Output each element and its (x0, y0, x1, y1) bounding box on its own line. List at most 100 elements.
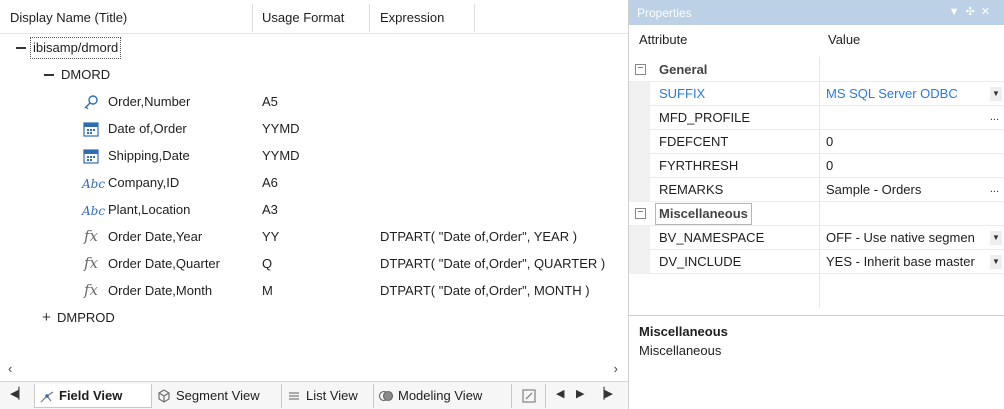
property-row-remarks[interactable]: REMARKS Sample - Orders ... (629, 178, 1004, 202)
expand-icon[interactable]: + (42, 304, 51, 331)
value-column-header[interactable]: Value (828, 32, 860, 47)
field-view-icon (40, 391, 54, 403)
category-general[interactable]: − General (629, 58, 1004, 82)
field-name: Order,Number (108, 94, 191, 109)
description-text: Miscellaneous (639, 343, 722, 358)
property-value[interactable]: 0 (826, 154, 833, 177)
list-view-icon (289, 392, 299, 400)
dropdown-arrow-icon[interactable]: ▼ (990, 231, 1002, 245)
field-name: Order Date,Month (108, 283, 213, 298)
property-row-bv-namespace[interactable]: BV_NAMESPACE OFF - Use native segmen ▼ (629, 226, 1004, 250)
collapse-icon[interactable]: − (635, 64, 646, 75)
property-row-fyrthresh[interactable]: FYRTHRESH 0 (629, 154, 1004, 178)
row-gutter (629, 154, 650, 178)
field-format: A3 (262, 202, 278, 217)
field-row[interactable]: fx Order Date,Month M DTPART( "Date of,O… (0, 277, 628, 304)
tab-list-view[interactable]: List View (282, 384, 374, 408)
calendar-icon (83, 149, 99, 164)
prev-tab-icon[interactable]: ◀ (556, 387, 564, 400)
field-format: M (262, 283, 273, 298)
view-tab-bar: ◀▏ Field View Segment View List View Mod… (0, 381, 628, 409)
tree-row-segment[interactable]: + DMPROD (0, 304, 628, 331)
field-row[interactable]: Abc Company,ID A6 (0, 169, 628, 196)
attribute-column-header[interactable]: Attribute (639, 32, 687, 47)
key-icon (84, 95, 98, 110)
properties-title-bar: Properties ▼✣✕ (629, 0, 1004, 25)
edit-icon (522, 389, 536, 403)
tab-modeling-view[interactable]: Modeling View (374, 384, 512, 408)
close-icon[interactable]: ✕ (981, 6, 996, 18)
tree-row-segment[interactable]: DMORD (0, 61, 628, 88)
tab-label: Modeling View (398, 388, 483, 403)
tab-field-view[interactable]: Field View (34, 384, 152, 408)
field-name: Plant,Location (108, 202, 191, 217)
property-value[interactable]: 0 (826, 130, 833, 153)
property-name: MFD_PROFILE (659, 110, 751, 125)
property-row-fdefcent[interactable]: FDEFCENT 0 (629, 130, 1004, 154)
fx-icon: fx (84, 281, 99, 299)
field-name: Order Date,Year (108, 229, 203, 244)
ellipsis-button[interactable]: ... (990, 178, 999, 201)
field-format: YYMD (262, 121, 300, 136)
horizontal-scrollbar[interactable]: ‹ › (0, 360, 628, 377)
category-miscellaneous[interactable]: − Miscellaneous (629, 202, 1004, 226)
property-value[interactable]: OFF - Use native segmen (826, 226, 988, 249)
column-divider[interactable] (369, 4, 370, 32)
first-tab-icon[interactable]: ◀▏ (10, 387, 27, 400)
row-gutter (629, 226, 650, 250)
scroll-left-icon[interactable]: ‹ (8, 361, 12, 376)
column-header-display-name[interactable]: Display Name (Title) (10, 10, 127, 25)
field-name: Order Date,Quarter (108, 256, 220, 271)
category-label: Miscellaneous (655, 203, 752, 225)
pin-icon[interactable]: ✣ (966, 6, 981, 18)
abc-icon: Abc (82, 204, 106, 218)
scroll-right-icon[interactable]: › (614, 361, 618, 376)
dropdown-arrow-icon[interactable]: ▼ (990, 255, 1002, 269)
ellipsis-button[interactable]: ... (990, 106, 999, 129)
property-name: DV_INCLUDE (659, 254, 742, 269)
tab-segment-view[interactable]: Segment View (152, 384, 282, 408)
collapse-icon[interactable] (16, 47, 26, 49)
property-row-dv-include[interactable]: DV_INCLUDE YES - Inherit base master ▼ (629, 250, 1004, 274)
property-name: FDEFCENT (659, 134, 729, 149)
collapse-icon[interactable]: − (635, 208, 646, 219)
column-header-usage-format[interactable]: Usage Format (262, 10, 344, 25)
field-name: Company,ID (108, 175, 180, 190)
tree-row-root[interactable]: ibisamp/dmord (0, 34, 628, 61)
segment-label: DMPROD (57, 310, 115, 325)
tab-label: Field View (59, 388, 123, 403)
dropdown-icon[interactable]: ▼ (949, 6, 966, 18)
field-row[interactable]: Shipping,Date YYMD (0, 142, 628, 169)
row-gutter (629, 250, 650, 274)
property-name: REMARKS (659, 182, 724, 197)
column-divider[interactable] (252, 4, 253, 32)
tab-edit[interactable] (512, 384, 546, 408)
tab-label: List View (306, 388, 358, 403)
property-value[interactable]: YES - Inherit base master (826, 250, 988, 273)
dropdown-arrow-icon[interactable]: ▼ (990, 87, 1002, 101)
field-name: Shipping,Date (108, 148, 190, 163)
last-tab-icon[interactable]: ▕▶ (596, 387, 613, 400)
column-divider[interactable] (474, 4, 475, 32)
property-value[interactable]: MS SQL Server ODBC (826, 82, 958, 105)
property-row-suffix[interactable]: SUFFIX MS SQL Server ODBC ▼ (629, 82, 1004, 106)
fx-icon: fx (84, 227, 99, 245)
field-row[interactable]: Date of,Order YYMD (0, 115, 628, 142)
tree-root-label[interactable]: ibisamp/dmord (30, 37, 122, 59)
fx-icon: fx (84, 254, 99, 272)
abc-icon: Abc (82, 177, 106, 191)
field-format: Q (262, 256, 273, 271)
field-row[interactable]: Order,Number A5 (0, 88, 628, 115)
next-tab-icon[interactable]: ▶ (576, 387, 584, 400)
column-header-expression[interactable]: Expression (380, 10, 444, 25)
collapse-icon[interactable] (44, 74, 54, 76)
field-row[interactable]: Abc Plant,Location A3 (0, 196, 628, 223)
field-row[interactable]: fx Order Date,Quarter Q DTPART( "Date of… (0, 250, 628, 277)
field-format: A5 (262, 94, 278, 109)
field-row[interactable]: fx Order Date,Year YY DTPART( "Date of,O… (0, 223, 628, 250)
calendar-icon (83, 122, 99, 137)
property-value[interactable]: Sample - Orders (826, 178, 921, 201)
property-description: Miscellaneous Miscellaneous (629, 315, 1004, 409)
row-gutter (629, 82, 650, 106)
property-row-mfd-profile[interactable]: MFD_PROFILE ... (629, 106, 1004, 130)
